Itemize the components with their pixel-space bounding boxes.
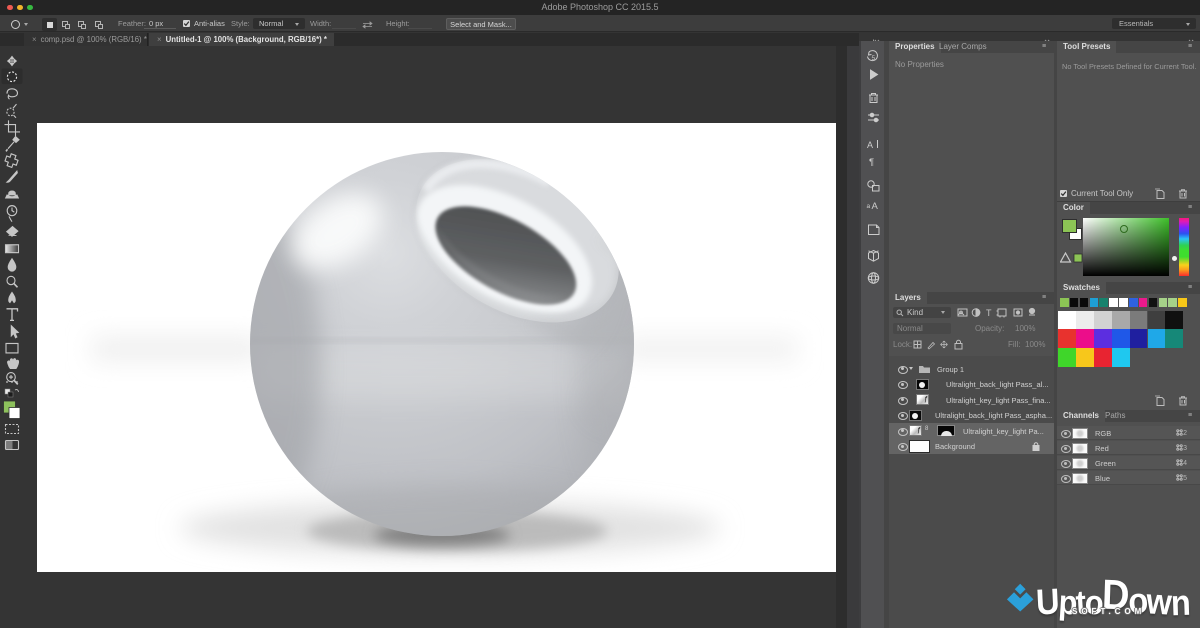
svg-text:¶: ¶ — [869, 157, 874, 168]
svg-text:a: a — [867, 203, 871, 210]
svg-text:T: T — [986, 308, 992, 318]
svg-text:5: 5 — [872, 55, 876, 62]
svg-text:A: A — [872, 201, 879, 212]
svg-text:A: A — [867, 140, 873, 150]
